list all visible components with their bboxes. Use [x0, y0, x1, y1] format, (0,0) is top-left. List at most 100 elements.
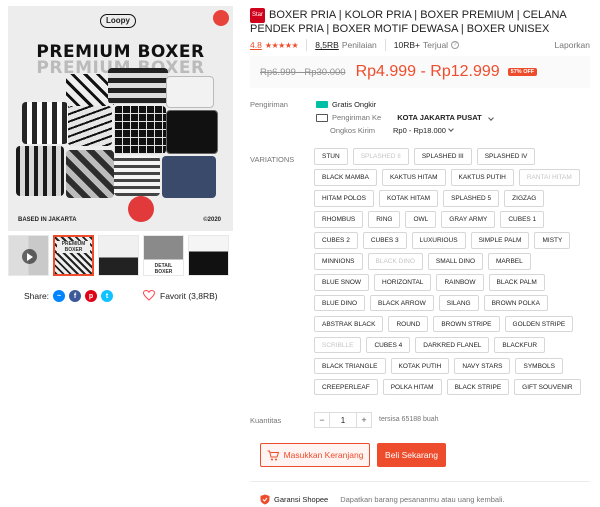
variation-option[interactable]: GOLDEN STRIPE [504, 315, 574, 333]
quantity-increase-button[interactable]: + [356, 412, 372, 428]
rating-score[interactable]: 4.8 [250, 40, 262, 50]
thumbnail-3[interactable] [98, 235, 139, 276]
quantity-decrease-button[interactable]: − [314, 412, 330, 428]
variation-option[interactable]: ZIGZAG [504, 189, 545, 207]
variation-option[interactable]: GIFT SOUVENIR [514, 378, 581, 396]
boxer-illustration [66, 150, 114, 198]
variation-option[interactable]: BLACK STRIPE [446, 378, 510, 396]
variation-option[interactable]: POLKA HITAM [382, 378, 442, 396]
twitter-icon[interactable]: t [101, 290, 114, 302]
variation-option[interactable]: ABSTRAK BLACK [314, 315, 384, 333]
image-footer-left: BASED IN JAKARTA [18, 217, 77, 223]
share-row: Share: ~ f p t [24, 290, 114, 302]
quantity-stepper: − 1 + [314, 412, 372, 428]
variation-option[interactable]: BLACK TRIANGLE [314, 357, 386, 375]
variation-option[interactable]: SPLASHED IV [476, 148, 536, 165]
variation-option[interactable]: SYMBOLS [515, 357, 563, 375]
variation-option[interactable]: RAINBOW [436, 273, 484, 291]
truck-icon [316, 113, 328, 122]
thumbnail-1[interactable] [8, 235, 49, 276]
messenger-icon[interactable]: ~ [53, 290, 66, 302]
variation-option[interactable]: HITAM POLOS [314, 189, 374, 207]
variation-option[interactable]: CUBES 4 [366, 336, 411, 354]
chevron-down-icon [487, 114, 494, 121]
variation-option[interactable]: CUBES 3 [362, 231, 407, 249]
variation-option[interactable]: MARBEL [488, 252, 531, 270]
variation-option[interactable]: CUBES 1 [500, 210, 545, 228]
rating-count-label: Penilaian [341, 40, 377, 50]
help-icon[interactable]: ? [451, 41, 460, 49]
guarantee-title: Garansi Shopee [274, 495, 329, 504]
variation-option[interactable]: BLUE DINO [314, 294, 366, 312]
thumbnail-2[interactable]: PREMIUM BOXER [53, 235, 94, 276]
decorative-red-dot [213, 10, 229, 26]
boxer-illustration [166, 110, 218, 154]
variation-option[interactable]: BLACK MAMBA [314, 168, 377, 186]
pinterest-icon[interactable]: p [85, 290, 98, 302]
product-main-image[interactable]: Loopy PREMIUM BOXER PREMIUM BOXER BASED … [8, 6, 233, 231]
variation-option[interactable]: HORIZONTAL [374, 273, 432, 291]
facebook-icon[interactable]: f [69, 290, 82, 302]
shipping-cost[interactable]: Ongkos Kirim Rp0 - Rp18.000 [330, 126, 454, 135]
variation-option[interactable]: SMALL DINO [427, 252, 484, 270]
add-to-cart-button[interactable]: Masukkan Keranjang [260, 443, 370, 467]
variation-option[interactable]: SILANG [438, 294, 479, 312]
variation-option[interactable]: SPLASHED III [413, 148, 472, 165]
variation-option[interactable]: KAKTUS HITAM [381, 168, 446, 186]
thumbnail-label: DETAIL BOXER [154, 263, 173, 275]
variation-option[interactable]: NAVY STARS [454, 357, 511, 375]
variation-option[interactable]: RHOMBUS [314, 210, 364, 228]
thumbnail-4[interactable]: DETAIL BOXER [143, 235, 184, 276]
variation-option[interactable]: BLACKFUR [494, 336, 546, 354]
variation-option[interactable]: SPLASHED 5 [443, 189, 500, 207]
variation-option[interactable]: STUN [314, 148, 348, 165]
shipping-destination[interactable]: Pengiriman Ke KOTA JAKARTA PUSAT [316, 113, 494, 122]
variation-option[interactable]: KAKTUS PUTIH [450, 168, 514, 186]
decorative-red-ball [128, 196, 154, 222]
variation-option[interactable]: MISTY [534, 231, 571, 249]
shipping-cost-label: Ongkos Kirim [330, 126, 376, 135]
boxer-illustration [16, 146, 64, 196]
divider [250, 481, 590, 482]
variation-option[interactable]: BROWN POLKA [483, 294, 548, 312]
free-shipping: Gratis Ongkir [316, 100, 376, 109]
thumbnail-5[interactable] [188, 235, 229, 276]
heart-icon [143, 290, 155, 301]
variation-option[interactable]: BLUE SNOW [314, 273, 370, 291]
variation-option[interactable]: RING [368, 210, 401, 228]
share-label: Share: [24, 291, 50, 301]
report-link[interactable]: Laporkan [555, 40, 590, 50]
rating-count[interactable]: 8,5RB [315, 40, 339, 50]
boxer-illustration [108, 68, 168, 104]
variation-option[interactable]: LUXURIOUS [411, 231, 466, 249]
quantity-input[interactable]: 1 [330, 412, 356, 428]
variation-option[interactable]: BLACK PALM [488, 273, 545, 291]
free-shipping-text: Gratis Ongkir [332, 100, 377, 109]
boxer-illustration [22, 102, 68, 144]
variation-option[interactable]: KOTAK HITAM [378, 189, 439, 207]
discount-badge: 57% OFF [507, 68, 538, 76]
divider [306, 39, 308, 51]
variations-label: VARIATIONS [250, 155, 295, 164]
boxer-illustration [162, 156, 216, 198]
variation-option[interactable]: CUBES 2 [314, 231, 358, 249]
chevron-down-icon [448, 126, 454, 132]
sold-count: 10RB+ [393, 40, 421, 50]
star-seller-badge: Star [250, 8, 266, 23]
free-shipping-icon [316, 101, 328, 108]
variation-option[interactable]: SIMPLE PALM [470, 231, 530, 249]
variation-option[interactable]: OWL [405, 210, 437, 228]
variation-option[interactable]: GRAY ARMY [441, 210, 496, 228]
shipping-to-value: KOTA JAKARTA PUSAT [397, 113, 482, 122]
stock-remaining: tersisa 65188 buah [379, 416, 439, 423]
variation-option[interactable]: MINNIONS [314, 252, 363, 270]
favorite-button[interactable]: Favorit (3,8RB) [143, 290, 218, 301]
variation-option[interactable]: ROUND [388, 315, 429, 333]
shipping-label: Pengiriman [250, 100, 288, 109]
buy-now-button[interactable]: Beli Sekarang [377, 443, 446, 467]
variation-option[interactable]: CREEPERLEAF [314, 378, 378, 396]
variation-option[interactable]: BLACK ARROW [370, 294, 434, 312]
variation-option[interactable]: DARKRED FLANEL [415, 336, 490, 354]
variation-option[interactable]: BROWN STRIPE [433, 315, 500, 333]
variation-option[interactable]: KOTAK PUTIH [390, 357, 450, 375]
